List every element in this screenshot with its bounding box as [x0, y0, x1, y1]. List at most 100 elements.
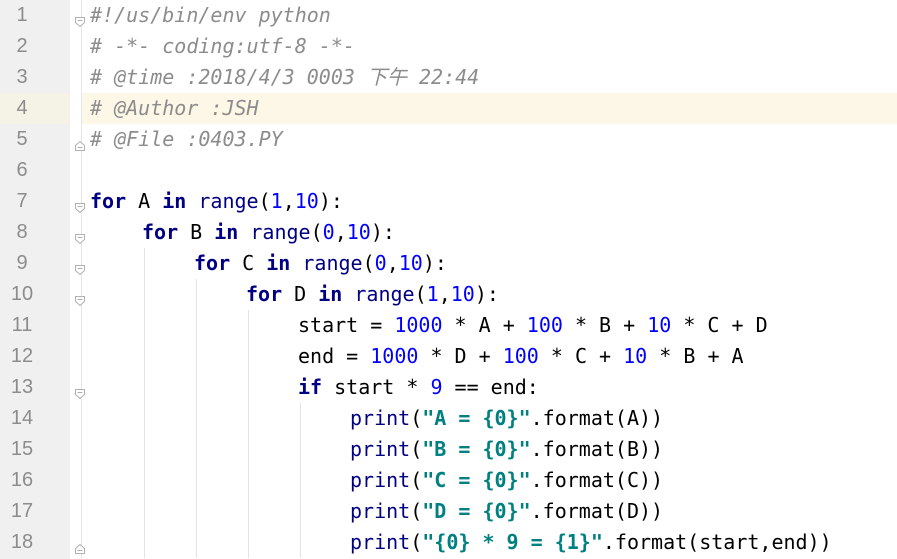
code-line[interactable]: 4 # @Author :JSH — [0, 93, 897, 124]
fold-open-icon[interactable] — [74, 288, 86, 307]
line-number[interactable]: 7 — [0, 186, 44, 217]
code-text[interactable]: # -*- coding:utf-8 -*- — [90, 31, 355, 62]
code-line[interactable]: 9 for C in range(0,10): — [0, 248, 897, 279]
indent-guide — [248, 403, 249, 434]
code-token: for — [246, 282, 283, 306]
line-number[interactable]: 1 — [0, 0, 44, 31]
code-text[interactable]: print("A = {0}".format(A)) — [350, 403, 663, 434]
code-text[interactable]: # @Author :JSH — [90, 93, 259, 124]
code-text[interactable]: # @time :2018/4/3 0003 下午 22:44 — [90, 62, 479, 93]
line-number[interactable]: 18 — [0, 527, 44, 558]
code-token: print — [350, 468, 411, 492]
code-token: ): — [318, 189, 343, 213]
code-line[interactable]: 11 start = 1000 * A + 100 * B + 10 * C + … — [0, 310, 897, 341]
code-token: , — [386, 251, 399, 275]
code-token: 10 — [647, 313, 672, 337]
code-text[interactable]: for A in range(1,10): — [90, 186, 343, 217]
code-token: ( — [410, 406, 423, 430]
code-text[interactable]: #!/us/bin/env python — [90, 0, 331, 31]
line-number[interactable]: 14 — [0, 403, 44, 434]
indent-guide — [300, 496, 301, 527]
code-line[interactable]: 6 — [0, 155, 897, 186]
code-line[interactable]: 3 # @time :2018/4/3 0003 下午 22:44 — [0, 62, 897, 93]
line-number[interactable]: 13 — [0, 372, 44, 403]
code-text[interactable]: print("{0} * 9 = {1}".format(start,end)) — [350, 527, 832, 558]
code-token: range — [354, 282, 415, 306]
indent-guide — [300, 465, 301, 496]
code-token: 1000 — [394, 313, 443, 337]
indent-guide — [144, 496, 145, 527]
code-token: ( — [410, 530, 423, 554]
code-line[interactable]: 16 print("C = {0}".format(C)) — [0, 465, 897, 496]
code-token: ( — [410, 437, 423, 461]
code-text[interactable]: print("B = {0}".format(B)) — [350, 434, 663, 465]
fold-open-icon[interactable] — [74, 195, 86, 214]
indent-guide — [196, 279, 197, 310]
fold-open-icon[interactable] — [74, 9, 86, 28]
line-number[interactable]: 17 — [0, 496, 44, 527]
line-number[interactable]: 12 — [0, 341, 44, 372]
line-number[interactable]: 16 — [0, 465, 44, 496]
code-token: ( — [414, 282, 427, 306]
code-line[interactable]: 15 print("B = {0}".format(B)) — [0, 434, 897, 465]
code-token: * C + D — [671, 313, 768, 337]
code-token: 1 — [270, 189, 283, 213]
line-number[interactable]: 6 — [0, 155, 44, 186]
code-text[interactable]: print("D = {0}".format(D)) — [350, 496, 663, 527]
code-text[interactable]: for B in range(0,10): — [142, 217, 395, 248]
code-line[interactable]: 17 print("D = {0}".format(D)) — [0, 496, 897, 527]
code-text[interactable]: if start * 9 == end: — [298, 372, 539, 403]
code-text[interactable]: for C in range(0,10): — [194, 248, 447, 279]
code-token: # @File :0403.PY — [90, 127, 283, 151]
code-text[interactable]: print("C = {0}".format(C)) — [350, 465, 663, 496]
code-token: 10 — [294, 189, 319, 213]
code-token: # -*- coding:utf-8 -*- — [90, 34, 355, 58]
code-token: ): — [474, 282, 499, 306]
fold-open-icon[interactable] — [74, 257, 86, 276]
code-line[interactable]: 10 for D in range(1,10): — [0, 279, 897, 310]
code-text[interactable]: start = 1000 * A + 100 * B + 10 * C + D — [298, 310, 768, 341]
indent-guide — [196, 310, 197, 341]
line-number[interactable]: 11 — [0, 310, 44, 341]
line-number[interactable]: 9 — [0, 248, 44, 279]
code-text[interactable]: for D in range(1,10): — [246, 279, 499, 310]
code-token: range — [198, 189, 259, 213]
indent-guide — [300, 403, 301, 434]
line-number[interactable]: 4 — [0, 93, 44, 124]
code-line[interactable]: 1 #!/us/bin/env python — [0, 0, 897, 31]
code-line[interactable]: 18 print("{0} * 9 = {1}".format(start,end… — [0, 527, 897, 558]
line-number[interactable]: 2 — [0, 31, 44, 62]
indent-guide — [248, 465, 249, 496]
code-token: * B + — [562, 313, 648, 337]
code-token: ( — [410, 499, 423, 523]
fold-open-icon[interactable] — [74, 226, 86, 245]
code-line[interactable]: 5 # @File :0403.PY — [0, 124, 897, 155]
code-text[interactable]: end = 1000 * D + 100 * C + 10 * B + A — [298, 341, 744, 372]
code-token: 1000 — [370, 344, 419, 368]
code-token: 1 — [426, 282, 439, 306]
code-line[interactable]: 14 print("A = {0}".format(A)) — [0, 403, 897, 434]
line-number[interactable]: 8 — [0, 217, 44, 248]
code-line[interactable]: 8 for B in range(0,10): — [0, 217, 897, 248]
indent-guide — [196, 403, 197, 434]
fold-close-icon[interactable] — [74, 133, 86, 151]
indent-guide — [144, 465, 145, 496]
line-number[interactable]: 3 — [0, 62, 44, 93]
code-line[interactable]: 12 end = 1000 * D + 100 * C + 10 * B + A — [0, 341, 897, 372]
fold-open-icon[interactable] — [74, 381, 86, 400]
code-text[interactable]: # @File :0403.PY — [90, 124, 283, 155]
code-line[interactable]: 7 for A in range(1,10): — [0, 186, 897, 217]
code-token: in — [318, 282, 343, 306]
line-number[interactable]: 10 — [0, 279, 44, 310]
code-line[interactable]: 13 if start * 9 == end: — [0, 372, 897, 403]
line-number[interactable]: 5 — [0, 124, 44, 155]
code-token: D — [282, 282, 319, 306]
fold-close-icon[interactable] — [74, 536, 86, 554]
code-editor[interactable]: 1 #!/us/bin/env python 2 # -*- coding:utf-8… — [0, 0, 897, 559]
code-token: range — [302, 251, 363, 275]
indent-guide — [144, 279, 145, 310]
line-number[interactable]: 15 — [0, 434, 44, 465]
code-line[interactable]: 2 # -*- coding:utf-8 -*- — [0, 31, 897, 62]
